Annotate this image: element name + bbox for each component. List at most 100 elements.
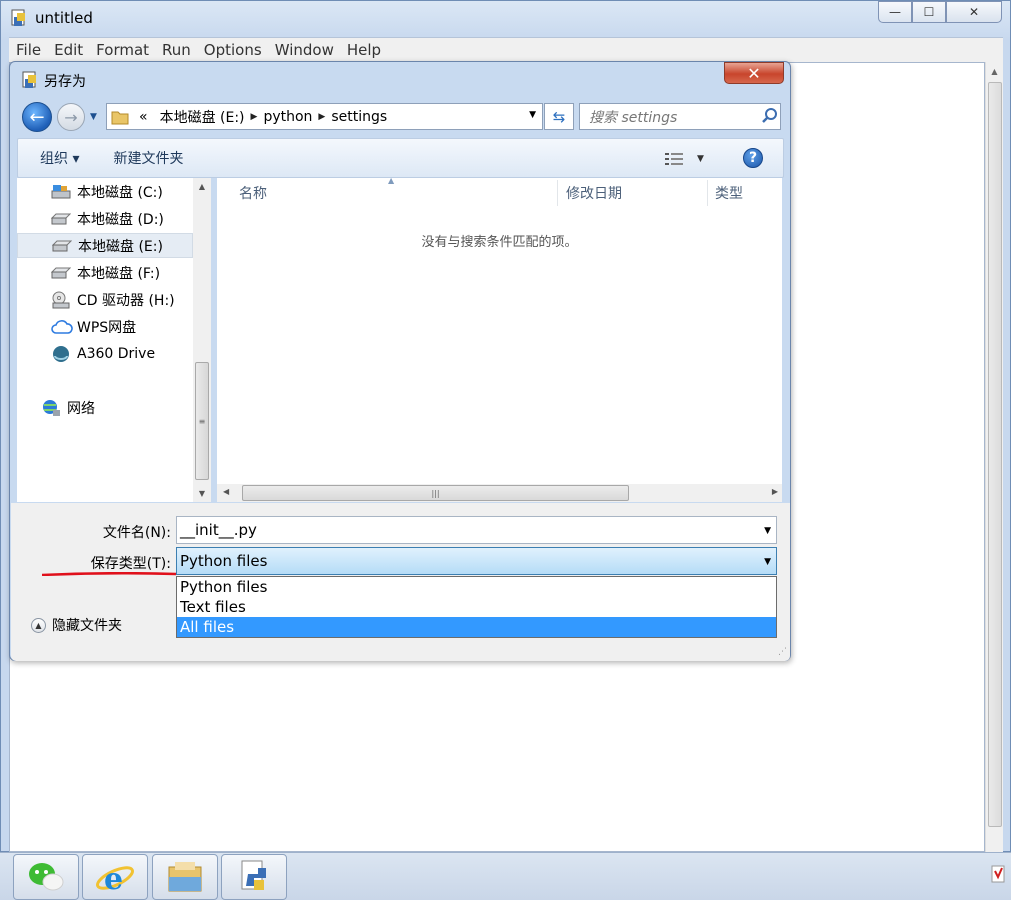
breadcrumb-settings[interactable]: settings — [331, 109, 387, 125]
save-as-dialog: 另存为 ✕ ← → ▼ « 本地磁盘 (E:) ▶ python ▶ setti… — [9, 61, 791, 661]
address-bar[interactable]: « 本地磁盘 (E:) ▶ python ▶ settings ▼ — [106, 103, 543, 130]
breadcrumb-python[interactable]: python — [263, 109, 312, 125]
python-idle-icon — [241, 860, 266, 890]
nav-item-label: 网络 — [67, 400, 95, 417]
column-divider[interactable] — [557, 180, 558, 206]
scroll-right-arrow-icon[interactable]: ▶ — [772, 487, 778, 496]
search-input[interactable]: 搜索 settings — [579, 103, 781, 130]
empty-results-message: 没有与搜索条件匹配的项。 — [421, 235, 578, 250]
recent-locations-dropdown-icon[interactable]: ▼ — [90, 112, 97, 122]
dropdown-option-all[interactable]: All files — [177, 617, 776, 637]
nav-item-label: CD 驱动器 (H:) — [77, 292, 175, 309]
filename-label: 文件名(N): — [102, 525, 171, 541]
window-title: untitled — [35, 9, 93, 27]
view-list-icon — [665, 153, 683, 165]
dropdown-option-text[interactable]: Text files — [177, 597, 776, 617]
menu-run[interactable]: Run — [162, 41, 191, 59]
taskbar-wechat[interactable] — [13, 854, 79, 900]
tray-notification-icon[interactable] — [991, 865, 1005, 883]
scroll-up-arrow-icon[interactable]: ▲ — [193, 182, 211, 191]
address-dropdown-icon[interactable]: ▼ — [529, 110, 536, 120]
menu-edit[interactable]: Edit — [54, 41, 83, 59]
breadcrumb-separator-icon[interactable]: ▶ — [251, 112, 258, 122]
breadcrumb-separator-icon[interactable]: ▶ — [318, 112, 325, 122]
menu-window[interactable]: Window — [275, 41, 334, 59]
scroll-up-arrow-icon[interactable]: ▲ — [986, 62, 1003, 80]
scroll-thumb[interactable] — [988, 82, 1002, 827]
nav-item-label: 本地磁盘 (D:) — [77, 211, 164, 228]
dropdown-option-python[interactable]: Python files — [177, 577, 776, 597]
dialog-close-button[interactable]: ✕ — [724, 62, 784, 84]
close-button[interactable]: ✕ — [946, 1, 1002, 23]
column-type[interactable]: 类型 — [715, 178, 743, 208]
dialog-title: 另存为 — [44, 74, 86, 90]
drive-icon — [52, 237, 74, 255]
nav-item-drive-f[interactable]: 本地磁盘 (F:) — [17, 260, 193, 285]
nav-item-cd-drive[interactable]: CD 驱动器 (H:) — [17, 287, 193, 312]
change-view-button[interactable]: ▼ — [665, 151, 705, 167]
nav-item-label: 本地磁盘 (E:) — [78, 238, 163, 255]
new-folder-button[interactable]: 新建文件夹 — [113, 148, 183, 168]
taskbar-python-idle[interactable] — [221, 854, 287, 900]
cloud-icon — [51, 318, 73, 336]
forward-arrow-icon[interactable]: → — [57, 103, 85, 131]
menu-format[interactable]: Format — [96, 41, 149, 59]
svg-text:e: e — [104, 862, 123, 896]
column-divider[interactable] — [707, 180, 708, 206]
scroll-down-arrow-icon[interactable]: ▼ — [193, 489, 211, 498]
system-drive-icon — [51, 183, 73, 201]
breadcrumb-overflow[interactable]: « — [139, 109, 148, 125]
taskbar: e — [0, 852, 1011, 900]
menu-file[interactable]: File — [16, 41, 41, 59]
nav-item-label: 本地磁盘 (F:) — [77, 265, 161, 282]
file-list[interactable]: ▲ 名称 修改日期 类型 没有与搜索条件匹配的项。 — [217, 176, 782, 502]
drive-icon — [51, 210, 73, 228]
resize-grip-icon[interactable]: ⋰ — [778, 647, 787, 657]
help-icon[interactable]: ? — [743, 148, 763, 168]
file-list-hscrollbar[interactable]: ◀ ||| ▶ — [217, 484, 782, 502]
filename-dropdown-icon[interactable]: ▼ — [764, 526, 771, 536]
minimize-button[interactable]: — — [878, 1, 912, 23]
filename-value: __init__.py — [180, 521, 257, 539]
maximize-button[interactable]: ☐ — [912, 1, 946, 23]
navigation-pane: 本地磁盘 (C:) 本地磁盘 (D:) 本地磁盘 (E:) 本地磁盘 (F:) … — [17, 178, 193, 502]
taskbar-internet-explorer[interactable]: e — [82, 854, 148, 900]
nav-pane-scrollbar[interactable]: ▲ ≡ ▼ — [193, 178, 211, 502]
menu-bar: File Edit Format Run Options Window Help — [9, 37, 1003, 62]
nav-item-label: 本地磁盘 (C:) — [77, 184, 163, 201]
nav-item-label: WPS网盘 — [77, 319, 137, 336]
filetype-dropdown-icon[interactable]: ▼ — [764, 557, 771, 567]
idle-app-icon — [11, 9, 25, 26]
save-form: 文件名(N): __init__.py ▼ 保存类型(T): Python fi… — [11, 503, 790, 661]
nav-item-wps-cloud[interactable]: WPS网盘 — [17, 314, 193, 339]
menu-options[interactable]: Options — [204, 41, 262, 59]
filename-input[interactable]: __init__.py ▼ — [176, 516, 777, 544]
internet-explorer-icon: e — [96, 862, 134, 896]
view-dropdown-icon[interactable]: ▼ — [697, 154, 704, 164]
organize-button[interactable]: 组织 ▾ — [40, 148, 79, 168]
filetype-value: Python files — [180, 552, 268, 570]
back-arrow-icon[interactable]: ← — [22, 102, 52, 132]
wechat-icon — [29, 863, 64, 891]
column-modified-date[interactable]: 修改日期 — [566, 178, 622, 208]
scroll-thumb[interactable]: ||| — [242, 485, 629, 501]
refresh-icon[interactable]: ⇆ — [544, 103, 574, 130]
menu-help[interactable]: Help — [347, 41, 381, 59]
filetype-select[interactable]: Python files ▼ — [176, 547, 777, 575]
nav-item-network[interactable]: 网络 — [17, 395, 193, 420]
a360-icon — [51, 345, 73, 363]
editor-scrollbar[interactable]: ▲ — [985, 62, 1003, 852]
column-name[interactable]: 名称 — [239, 178, 267, 208]
scroll-thumb[interactable]: ≡ — [195, 362, 209, 480]
scroll-left-arrow-icon[interactable]: ◀ — [223, 487, 229, 496]
filetype-label: 保存类型(T): — [90, 556, 171, 572]
nav-item-a360[interactable]: A360 Drive — [17, 341, 193, 366]
nav-item-drive-c[interactable]: 本地磁盘 (C:) — [17, 179, 193, 204]
taskbar-file-explorer[interactable] — [152, 854, 218, 900]
hide-folders-toggle[interactable]: ▲ 隐藏文件夹 — [31, 615, 122, 635]
search-icon[interactable] — [761, 107, 778, 124]
breadcrumb-drive-e[interactable]: 本地磁盘 (E:) — [160, 107, 245, 127]
nav-item-drive-e[interactable]: 本地磁盘 (E:) — [17, 233, 193, 258]
nav-item-drive-d[interactable]: 本地磁盘 (D:) — [17, 206, 193, 231]
file-explorer-icon — [168, 862, 202, 892]
